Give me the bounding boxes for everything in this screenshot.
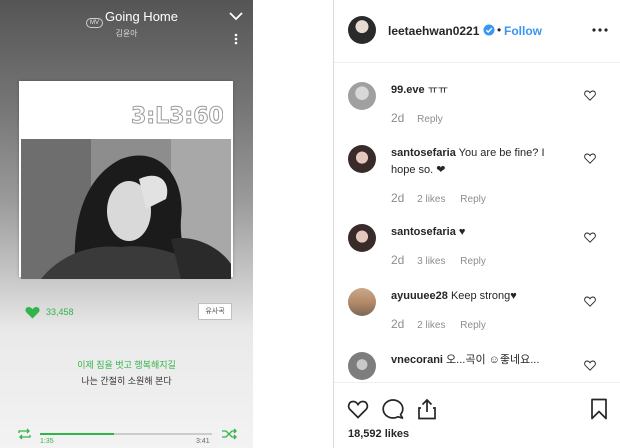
reply-button[interactable]: Reply [417, 114, 443, 125]
avatar[interactable] [348, 288, 376, 316]
album-photo-illustration [21, 139, 231, 279]
heart-icon[interactable] [25, 306, 40, 319]
verified-badge-icon [483, 24, 495, 36]
lyric-current-line[interactable]: 이제 짐을 벗고 행복해지길 [0, 358, 253, 371]
comment-username[interactable]: vnecorani [391, 354, 443, 366]
comment-body: Keep strong♥ [450, 290, 517, 302]
reply-button[interactable]: Reply [460, 194, 486, 205]
comment-time[interactable]: 2d [391, 317, 404, 331]
comment-meta: 2d 2 likes Reply [391, 191, 486, 205]
album-art: 3:L3:60 [19, 81, 233, 279]
mv-badge[interactable]: MV [86, 18, 103, 28]
comment-username[interactable]: santosefaria [391, 226, 456, 238]
reply-button[interactable]: Reply [460, 256, 486, 267]
avatar[interactable] [348, 82, 376, 110]
comment-likes[interactable]: 3 likes [417, 256, 445, 267]
reply-button[interactable]: Reply [460, 320, 486, 331]
avatar[interactable] [348, 352, 376, 380]
actions-divider [334, 382, 620, 383]
time-elapsed: 1:35 [40, 438, 54, 445]
comment-body: 오...곡이 ☺좋네요... [446, 354, 540, 366]
album-logo: 3:L3:60 [131, 104, 224, 130]
comment-meta: 2d 2 likes Reply [391, 317, 486, 331]
post-username[interactable]: leetaehwan0221 [388, 24, 479, 38]
comment-like-icon[interactable] [584, 153, 596, 164]
comment-text: santosefaria You are be fine? I hope so.… [391, 145, 571, 179]
instagram-post-panel: leetaehwan0221 • Follow 99.eve ㅠㅠ 2d Rep… [334, 0, 620, 448]
album-logo-text: 3:L3:60 [131, 104, 223, 129]
avatar[interactable] [348, 145, 376, 173]
follow-button[interactable]: Follow [504, 24, 542, 38]
comment-time[interactable]: 2d [391, 191, 404, 205]
bookmark-icon[interactable] [588, 398, 610, 420]
comment-text: ayuuuee28 Keep strong♥ [391, 288, 571, 305]
post-header: leetaehwan0221 • Follow [334, 0, 620, 63]
comment-time[interactable]: 2d [391, 111, 404, 125]
more-vertical-icon[interactable] [229, 32, 243, 46]
similar-songs-button[interactable]: 유사곡 [198, 303, 232, 320]
comment-like-icon[interactable] [584, 232, 596, 243]
comment-text: santosefaria ♥ [391, 224, 571, 241]
comment-text: vnecorani 오...곡이 ☺좋네요... [391, 352, 571, 369]
comment-body: ♥ [458, 226, 466, 238]
like-row: 33,458 유사곡 [25, 303, 235, 322]
repeat-icon[interactable] [17, 428, 32, 440]
comment-like-icon[interactable] [584, 360, 596, 371]
share-icon[interactable] [416, 398, 438, 420]
progress-bar[interactable] [40, 433, 212, 435]
avatar[interactable] [348, 16, 376, 44]
progress-fill [40, 433, 114, 435]
time-total: 3:41 [196, 438, 210, 445]
comment-time[interactable]: 2d [391, 253, 404, 267]
comment-username[interactable]: ayuuuee28 [391, 290, 448, 302]
song-title: Going Home [105, 9, 178, 24]
like-heart-icon[interactable] [347, 398, 369, 420]
comment-text: 99.eve ㅠㅠ [391, 82, 571, 99]
comment-body: ㅠㅠ [427, 84, 448, 96]
comment-like-icon[interactable] [584, 90, 596, 101]
comment-bubble-icon[interactable] [382, 398, 404, 420]
music-player: MV Going Home 김윤아 3:L3:60 33,458 유사곡 이제 … [0, 0, 253, 448]
album-photo [21, 139, 231, 279]
avatar[interactable] [348, 224, 376, 252]
shuffle-icon[interactable] [221, 428, 237, 440]
player-header: MV Going Home 김윤아 [0, 6, 253, 46]
comment-like-icon[interactable] [584, 296, 596, 307]
comment-likes[interactable]: 2 likes [417, 194, 445, 205]
comment-username[interactable]: santosefaria [391, 147, 456, 159]
artist-name[interactable]: 김윤아 [0, 28, 253, 39]
likes-total[interactable]: 18,592 likes [348, 428, 409, 440]
comment-username[interactable]: 99.eve [391, 84, 425, 96]
like-count: 33,458 [46, 307, 74, 317]
comment-meta: 2d Reply [391, 111, 443, 125]
chevron-down-icon[interactable] [228, 8, 244, 24]
comment-meta: 2d 3 likes Reply [391, 253, 486, 267]
more-options-icon[interactable] [592, 26, 608, 34]
comment-likes[interactable]: 2 likes [417, 320, 445, 331]
separator-dot: • [497, 23, 502, 37]
lyric-next-line[interactable]: 나는 간절히 소원해 본다 [0, 374, 253, 387]
